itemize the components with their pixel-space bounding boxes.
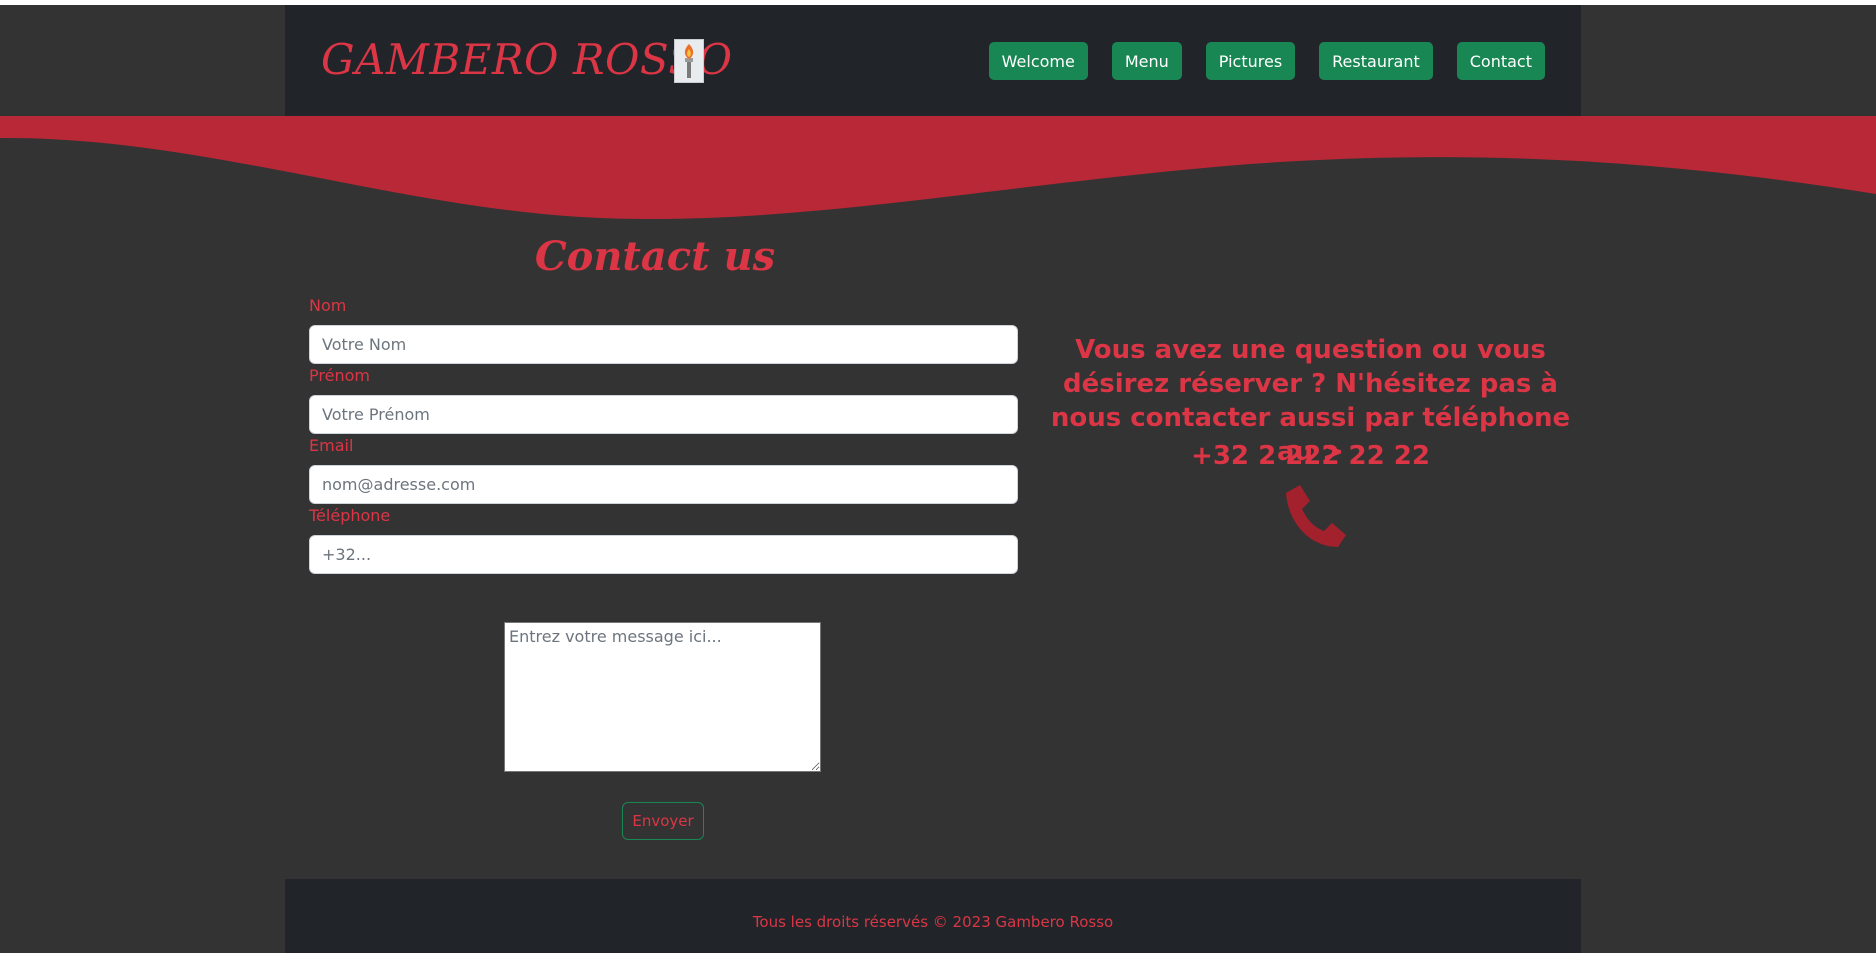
info-phone-number: +32 2 222 22 22 xyxy=(1191,441,1430,471)
brand-title[interactable]: GAMBERO ROSSO xyxy=(321,35,733,84)
nom-input[interactable] xyxy=(309,325,1018,364)
main-nav: Welcome Menu Pictures Restaurant Contact xyxy=(988,42,1545,80)
send-button[interactable]: Envoyer xyxy=(622,802,704,840)
torch-icon xyxy=(684,44,694,78)
info-panel: Vous avez une question ou vous désirez r… xyxy=(1040,173,1581,878)
logo-image xyxy=(674,39,704,83)
telephone-label: Téléphone xyxy=(309,506,391,525)
telephone-input[interactable] xyxy=(309,535,1018,574)
site-header: GAMBERO ROSSO Welcome Menu Pictures Rest… xyxy=(285,5,1581,117)
phone-icon[interactable] xyxy=(1280,481,1350,551)
contact-form: Contact us Nom Prénom Email Téléphone En… xyxy=(285,173,1025,878)
prenom-input[interactable] xyxy=(309,395,1018,434)
nav-welcome[interactable]: Welcome xyxy=(988,42,1088,80)
nav-pictures[interactable]: Pictures xyxy=(1205,42,1296,80)
email-input[interactable] xyxy=(309,465,1018,504)
contact-section: Contact us Nom Prénom Email Téléphone En… xyxy=(285,173,1581,878)
nav-contact[interactable]: Contact xyxy=(1456,42,1545,80)
footer-copyright: Tous les droits réservés © 2023 Gambero … xyxy=(752,913,1114,931)
email-label: Email xyxy=(309,436,354,455)
site-footer: Tous les droits réservés © 2023 Gambero … xyxy=(285,879,1581,953)
message-textarea[interactable] xyxy=(504,622,821,772)
contact-title: Contact us xyxy=(534,233,776,280)
nav-restaurant[interactable]: Restaurant xyxy=(1319,42,1433,80)
nav-menu[interactable]: Menu xyxy=(1111,42,1182,80)
nom-label: Nom xyxy=(309,296,347,315)
prenom-label: Prénom xyxy=(309,366,370,385)
